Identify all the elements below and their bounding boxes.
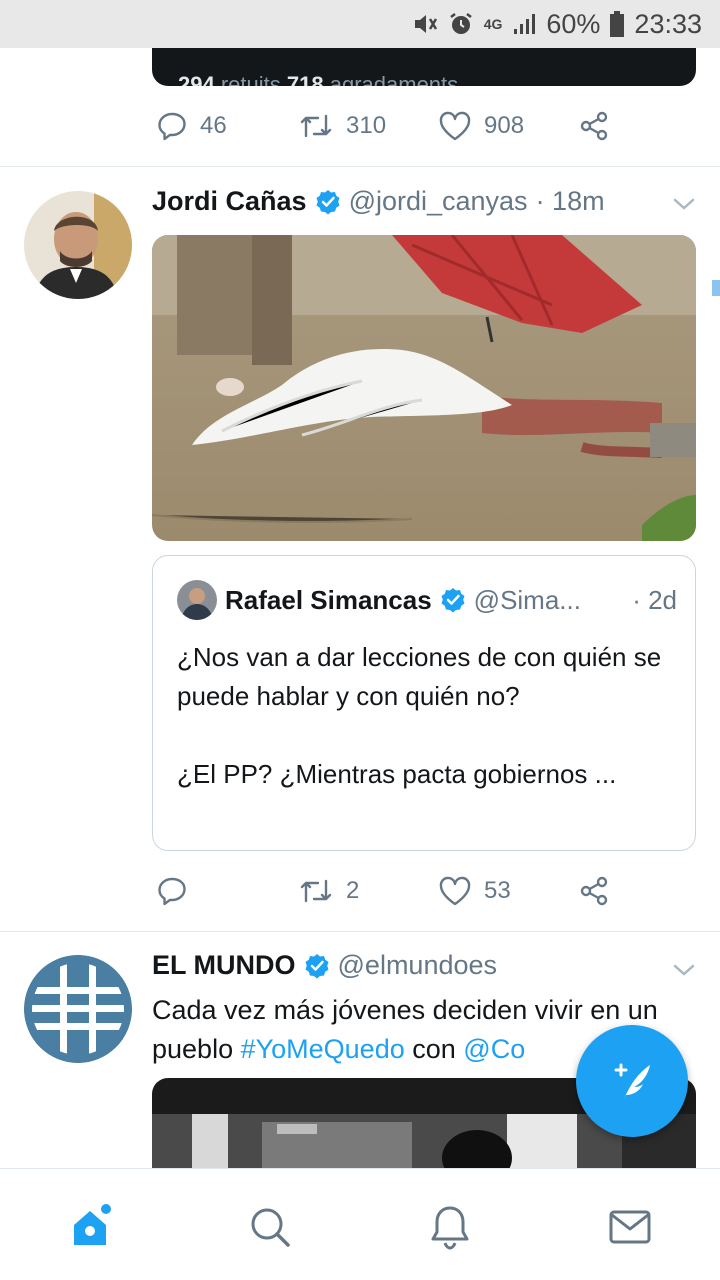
- share-icon: [580, 876, 608, 906]
- reply-icon: [158, 112, 186, 141]
- chevron-down-icon[interactable]: [672, 962, 696, 983]
- retweet-icon: [300, 879, 332, 903]
- quoted-author-handle: @Sima...: [473, 584, 581, 615]
- tweet-header: Jordi Cañas @jordi_canyas · 18m: [152, 186, 605, 217]
- scrollbar[interactable]: [712, 280, 720, 296]
- search-icon: [251, 1208, 290, 1247]
- home-icon: [74, 1204, 111, 1245]
- signal-icon: [512, 12, 536, 36]
- reply-icon: [158, 877, 186, 906]
- like-button[interactable]: 53: [438, 875, 511, 907]
- compose-feather-icon: [614, 1063, 650, 1099]
- nav-messages[interactable]: [602, 1199, 658, 1255]
- battery-icon: [610, 11, 625, 37]
- stats-retweets-count: 294: [178, 72, 215, 86]
- quoted-tweet-text: ¿Nos van a dar lecciones de con quién se…: [177, 638, 677, 794]
- share-button[interactable]: [578, 110, 610, 142]
- quoted-tweet-time: · 2d: [632, 584, 677, 615]
- retweet-button[interactable]: 310: [298, 110, 386, 142]
- nav-search[interactable]: [242, 1199, 298, 1255]
- like-button[interactable]: 908: [438, 110, 524, 142]
- tweet-header: EL MUNDO @elmundoes: [152, 950, 497, 981]
- mail-icon: [609, 1210, 651, 1244]
- quoted-tweet[interactable]: Rafael Simancas @Sima... · 2d ¿Nos van a…: [152, 555, 696, 851]
- retweet-count: 2: [346, 877, 360, 904]
- status-bar: 4G 60% 23:33: [0, 0, 720, 48]
- avatar[interactable]: [24, 955, 132, 1063]
- clock: 23:33: [634, 8, 702, 39]
- alarm-icon: [448, 11, 474, 37]
- hashtag-link[interactable]: #YoMeQuedo: [241, 1034, 405, 1064]
- tweet-image[interactable]: [152, 235, 696, 541]
- verified-icon: [315, 189, 341, 215]
- bottom-navigation: [0, 1168, 720, 1280]
- tweet-text-connector: con: [404, 1034, 464, 1064]
- network-4g-icon: 4G: [484, 17, 503, 31]
- retweet-count: 310: [346, 112, 387, 139]
- quoted-author-name: Rafael Simancas: [225, 584, 432, 615]
- verified-icon: [304, 953, 330, 979]
- quoted-avatar: [177, 580, 217, 620]
- quoted-tweet-header: Rafael Simancas @Sima... · 2d: [177, 580, 677, 620]
- author-handle[interactable]: @jordi_canyas: [349, 186, 528, 217]
- divider: [0, 931, 720, 932]
- retweet-icon: [300, 114, 332, 138]
- heart-icon: [439, 876, 471, 906]
- heart-icon: [439, 111, 471, 141]
- bell-icon: [431, 1206, 469, 1250]
- share-button[interactable]: [578, 875, 610, 907]
- previous-card-stats: 294 retuits 718 agradaments: [178, 72, 458, 86]
- stats-likes-count: 718: [286, 72, 324, 86]
- mention-link[interactable]: @Co: [463, 1034, 525, 1064]
- previous-tweet-actions: 46 310 908: [152, 106, 622, 146]
- author-name[interactable]: Jordi Cañas: [152, 186, 307, 217]
- share-icon: [580, 111, 608, 141]
- stats-retweets-label: retuits: [220, 72, 281, 86]
- like-count: 53: [484, 877, 511, 904]
- nav-notifications[interactable]: [422, 1199, 478, 1255]
- stats-likes-label: agradaments: [329, 72, 459, 86]
- tweet-time: · 18m: [535, 186, 605, 216]
- author-handle[interactable]: @elmundoes: [338, 950, 498, 981]
- compose-tweet-button[interactable]: [576, 1025, 688, 1137]
- mute-icon: [412, 11, 438, 37]
- battery-percent: 60%: [546, 8, 601, 39]
- reply-count: 46: [200, 112, 227, 139]
- like-count: 908: [484, 112, 525, 139]
- divider: [0, 166, 720, 167]
- verified-icon: [440, 587, 466, 613]
- reply-button[interactable]: 46: [156, 110, 227, 142]
- nav-home[interactable]: [62, 1199, 118, 1255]
- retweet-button[interactable]: 2: [298, 875, 359, 907]
- tweet-actions: 2 53: [152, 871, 622, 911]
- author-name[interactable]: EL MUNDO: [152, 950, 296, 981]
- chevron-down-icon[interactable]: [672, 196, 696, 217]
- previous-quoted-card[interactable]: 294 retuits 718 agradaments: [152, 48, 696, 86]
- reply-button[interactable]: [156, 875, 188, 907]
- quoted-text-paragraph-2: ¿El PP? ¿Mientras pacta gobiernos ...: [177, 759, 617, 789]
- avatar[interactable]: [24, 191, 132, 299]
- quoted-text-paragraph-1: ¿Nos van a dar lecciones de con quién se…: [177, 642, 662, 711]
- network-label: 4G: [483, 16, 503, 32]
